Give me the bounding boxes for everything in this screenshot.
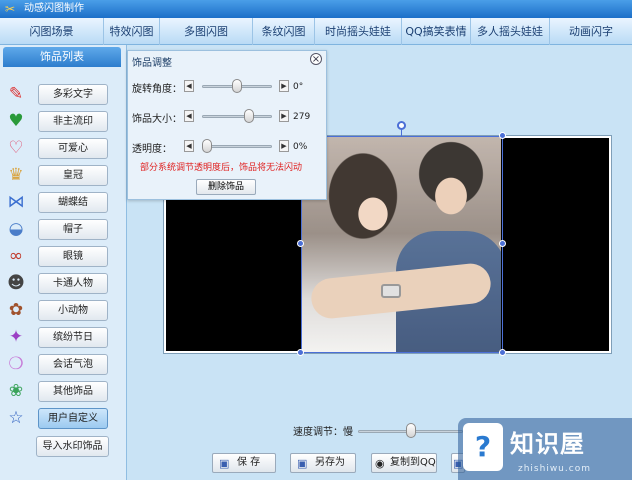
sidebar-item-heart-stamp[interactable]: 非主流印: [38, 111, 108, 132]
tab-bobblehead[interactable]: 时尚摇头娃娃: [315, 18, 402, 45]
floppy-disk-icon: ▣: [297, 457, 308, 470]
close-icon[interactable]: ×: [310, 53, 322, 65]
cartoon-face-icon: ☻: [7, 273, 25, 293]
tab-animated-text[interactable]: 动画闪字: [550, 18, 632, 45]
size-decrease-button[interactable]: ◀: [184, 110, 194, 122]
opacity-label: 透明度：: [132, 144, 172, 155]
floppy-disk-icon: ▣: [219, 457, 230, 470]
tab-stripe[interactable]: 条纹闪图: [253, 18, 315, 45]
watermark-text: 知识屋: [510, 430, 585, 458]
rotation-label: 旋转角度：: [132, 84, 182, 95]
question-mark-icon: ?: [463, 423, 503, 471]
opacity-value: 0%: [293, 142, 308, 152]
copy-to-qq-button[interactable]: ◉ 复制到QQ: [371, 453, 437, 473]
resize-handle-bottom-left[interactable]: [297, 349, 304, 356]
hat-icon: ◒: [8, 219, 24, 239]
title-bar: ✂ 动感闪图制作: [0, 0, 632, 18]
window-title: 动感闪图制作: [24, 3, 84, 14]
selection-box[interactable]: [301, 136, 503, 353]
accessory-sidebar: 饰品列表 ✎ 多彩文字 ♥ 非主流印 ♡ 可爱心 ♛ 皇冠 ⋈ 蝴蝶结 ◒ 帽子…: [0, 45, 127, 480]
resize-handle-top-right[interactable]: [499, 132, 506, 139]
opacity-slider-thumb[interactable]: [202, 139, 212, 153]
sidebar-item-hat[interactable]: 帽子: [38, 219, 108, 240]
sidebar-item-cartoon[interactable]: 卡通人物: [38, 273, 108, 294]
watermark-subtext: zhishiwu.com: [518, 464, 591, 474]
opacity-increase-button[interactable]: ▶: [279, 140, 289, 152]
rotation-stem: [401, 129, 402, 137]
sidebar-item-colorful-text[interactable]: 多彩文字: [38, 84, 108, 105]
save-button-label: 保 存: [237, 457, 261, 468]
scissors-icon: ✂: [5, 2, 16, 16]
tab-flash-scene[interactable]: 闪图场景: [0, 18, 104, 45]
resize-handle-middle-right[interactable]: [499, 240, 506, 247]
misc-icon: ❀: [8, 381, 24, 401]
size-increase-button[interactable]: ▶: [279, 110, 289, 122]
opacity-warning: 部分系统调节透明度后，饰品将无法闪动: [140, 163, 303, 173]
tab-bar: 闪图场景 特效闪图 多图闪图 条纹闪图 时尚摇头娃娃 QQ搞笑表情 多人摇头娃娃…: [0, 18, 632, 45]
size-value: 279: [293, 112, 311, 122]
star-icon: ☆: [8, 408, 24, 428]
rotation-value: 0°: [293, 82, 304, 92]
adjust-panel-title: 饰品调整: [132, 58, 172, 69]
rotation-handle[interactable]: [397, 121, 406, 130]
size-label: 饰品大小：: [132, 114, 182, 125]
rotation-increase-button[interactable]: ▶: [279, 80, 289, 92]
speed-label: 速度调节：慢: [293, 427, 353, 438]
sidebar-item-cute-heart[interactable]: 可爱心: [38, 138, 108, 159]
rotation-slider-thumb[interactable]: [232, 79, 242, 93]
resize-handle-middle-left[interactable]: [297, 240, 304, 247]
gift-icon: ✦: [8, 327, 24, 347]
accessory-adjust-panel: 饰品调整 × 旋转角度： ◀ ▶ 0° 饰品大小： ◀ ▶ 279 透明度： ◀…: [127, 50, 327, 200]
sidebar-item-glasses[interactable]: 眼镜: [38, 246, 108, 267]
animal-icon: ✿: [8, 300, 24, 320]
heart-stamp-icon: ♥: [8, 111, 24, 131]
sidebar-title: 饰品列表: [3, 47, 121, 67]
size-slider-track[interactable]: [202, 115, 272, 118]
sidebar-item-bow[interactable]: 蝴蝶结: [38, 192, 108, 213]
sidebar-item-misc[interactable]: 其他饰品: [38, 381, 108, 402]
copy-to-qq-button-label: 复制到QQ: [390, 457, 436, 468]
tab-qq-emoticon[interactable]: QQ搞笑表情: [402, 18, 471, 45]
heart-outline-icon: ♡: [8, 138, 24, 158]
save-button[interactable]: ▣ 保 存: [212, 453, 276, 473]
speed-slider-thumb[interactable]: [405, 423, 416, 438]
import-watermark-button[interactable]: 导入水印饰品: [36, 436, 109, 457]
speech-bubble-icon: ❍: [8, 354, 24, 374]
qq-penguin-icon: ◉: [375, 457, 385, 470]
sidebar-item-animal[interactable]: 小动物: [38, 300, 108, 321]
save-as-button-label: 另存为: [315, 457, 345, 468]
site-watermark: ? 知识屋 zhishiwu.com: [458, 418, 632, 480]
glasses-icon: ∞: [8, 246, 24, 266]
tab-multi-image[interactable]: 多图闪图: [160, 18, 253, 45]
colorful-text-icon: ✎: [8, 84, 24, 104]
sidebar-item-user-defined[interactable]: 用户自定义: [38, 408, 108, 429]
rotation-decrease-button[interactable]: ◀: [184, 80, 194, 92]
resize-handle-bottom-right[interactable]: [499, 349, 506, 356]
save-as-button[interactable]: ▣ 另存为: [290, 453, 356, 473]
sidebar-item-crown[interactable]: 皇冠: [38, 165, 108, 186]
sidebar-item-festival[interactable]: 缤纷节日: [38, 327, 108, 348]
opacity-slider-track[interactable]: [202, 145, 272, 148]
delete-accessory-button[interactable]: 删除饰品: [196, 179, 256, 195]
size-slider-thumb[interactable]: [244, 109, 254, 123]
crown-icon: ♛: [8, 165, 24, 185]
opacity-decrease-button[interactable]: ◀: [184, 140, 194, 152]
sidebar-item-speech-bubble[interactable]: 会话气泡: [38, 354, 108, 375]
tab-multi-bobblehead[interactable]: 多人摇头娃娃: [471, 18, 550, 45]
bow-icon: ⋈: [7, 192, 25, 212]
tab-effect-flash[interactable]: 特效闪图: [104, 18, 160, 45]
